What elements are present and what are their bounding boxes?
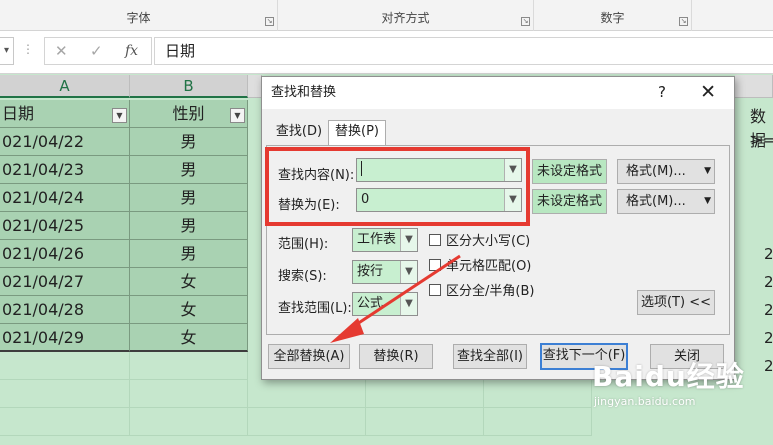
grid-cell[interactable] — [366, 408, 484, 436]
chevron-down-icon: ▼ — [704, 196, 711, 206]
replace-format-button[interactable]: 格式(M)... ▼ — [617, 189, 715, 214]
right-value-cell[interactable]: 2 — [764, 273, 773, 291]
watermark-brand: Baidu经验 — [592, 360, 745, 393]
checkbox-icon[interactable] — [429, 234, 441, 246]
find-format-button[interactable]: 格式(M)... ▼ — [617, 159, 715, 184]
column-header-b[interactable]: B — [130, 75, 248, 98]
cancel-icon[interactable]: ✕ — [55, 42, 68, 60]
tab-replace[interactable]: 替换(P) — [328, 120, 386, 146]
filter-dropdown-icon[interactable]: ▼ — [230, 108, 245, 123]
grid-cell[interactable] — [130, 380, 248, 408]
help-icon[interactable]: ? — [658, 83, 666, 101]
filter-dropdown-icon[interactable]: ▼ — [112, 108, 127, 123]
right-value-cell[interactable]: 2 — [764, 329, 773, 347]
table-cell-date[interactable]: 021/04/23 — [0, 156, 130, 184]
table-cell-date[interactable]: 021/04/25 — [0, 212, 130, 240]
table-cell-date[interactable]: 021/04/22 — [0, 128, 130, 156]
replace-format-preview: 未设定格式 — [532, 189, 607, 214]
table-cell-gender[interactable]: 男 — [130, 184, 248, 212]
table-cell-gender[interactable]: 女 — [130, 324, 248, 352]
grid-cell[interactable] — [130, 352, 248, 380]
ribbon-group-font: 字体 ↘ — [0, 0, 278, 31]
baidu-jingyan-watermark: Baidu经验 jingyan.baidu.com — [592, 355, 745, 408]
dialog-title: 查找和替换 — [271, 85, 337, 100]
table-header-gender-label: 性别 — [172, 104, 205, 123]
table-header-date[interactable]: 日期 ▼ — [0, 100, 130, 128]
right-value-cell[interactable]: 2 — [764, 245, 773, 263]
grid-cell[interactable] — [366, 380, 484, 408]
table-cell-gender[interactable]: 女 — [130, 296, 248, 324]
ribbon-group-alignment-label: 对齐方式 — [381, 11, 430, 25]
chevron-down-icon: ▼ — [704, 166, 711, 176]
right-value-cell[interactable]: 2 — [764, 357, 773, 375]
table-header-date-label: 日期 — [2, 104, 35, 123]
ribbon-group-number: 数字 ↘ — [534, 0, 692, 31]
match-case-checkbox[interactable]: 区分大小写(C) — [429, 230, 530, 249]
watermark-url: jingyan.baidu.com — [594, 395, 696, 408]
grid-cell[interactable] — [248, 380, 366, 408]
tab-find[interactable]: 查找(D) — [272, 121, 326, 145]
right-criteria-cell[interactable]: >=9 — [750, 131, 773, 149]
formula-bar-grip-icon: ⋮ — [22, 42, 34, 56]
table-header-gender[interactable]: 性别 ▼ — [130, 100, 248, 128]
table-cell-date[interactable]: 021/04/26 — [0, 240, 130, 268]
ribbon-group-font-label: 字体 — [126, 11, 151, 25]
replace-format-label: 格式(M)... — [626, 194, 686, 209]
insert-function-icon[interactable]: fx — [125, 43, 138, 59]
grid-cell[interactable] — [0, 380, 130, 408]
table-cell-gender[interactable]: 女 — [130, 268, 248, 296]
right-value-cell[interactable]: 2 — [764, 301, 773, 319]
close-icon[interactable]: ✕ — [700, 81, 716, 103]
grid-cell[interactable] — [130, 408, 248, 436]
column-header-c[interactable] — [248, 75, 262, 98]
table-cell-gender[interactable]: 男 — [130, 156, 248, 184]
enter-icon[interactable]: ✓ — [90, 42, 103, 60]
match-case-label: 区分大小写(C) — [446, 234, 531, 249]
column-header-a[interactable]: A — [0, 75, 130, 98]
column-header-right[interactable] — [735, 75, 773, 98]
formula-bar-buttons: ✕ ✓ fx — [44, 37, 152, 65]
grid-cell[interactable] — [484, 408, 592, 436]
annotation-arrow-icon — [330, 254, 461, 343]
name-box-dropdown-icon[interactable]: ▾ — [0, 37, 14, 65]
table-cell-date[interactable]: 021/04/24 — [0, 184, 130, 212]
table-cell-date[interactable]: 021/04/29 — [0, 324, 130, 352]
grid-cell[interactable] — [484, 380, 592, 408]
annotation-highlight-box — [265, 147, 530, 226]
find-format-preview: 未设定格式 — [532, 159, 607, 184]
table-cell-date[interactable]: 021/04/27 — [0, 268, 130, 296]
scope-value: 工作表 — [357, 232, 397, 247]
ribbon-group-number-label: 数字 — [600, 11, 625, 25]
grid-cell[interactable] — [248, 408, 366, 436]
table-cell-date[interactable]: 021/04/28 — [0, 296, 130, 324]
alignment-dialog-launcher-icon[interactable]: ↘ — [521, 17, 530, 26]
ribbon-group-alignment: 对齐方式 ↘ — [278, 0, 534, 31]
grid-cell[interactable] — [0, 352, 130, 380]
grid-cell[interactable] — [0, 408, 130, 436]
number-dialog-launcher-icon[interactable]: ↘ — [679, 17, 688, 26]
table-cell-gender[interactable]: 男 — [130, 128, 248, 156]
find-format-label: 格式(M)... — [626, 164, 686, 179]
table-cell-gender[interactable]: 男 — [130, 212, 248, 240]
options-button[interactable]: 选项(T) << — [637, 290, 715, 315]
font-dialog-launcher-icon[interactable]: ↘ — [265, 17, 274, 26]
formula-input[interactable]: 日期 — [154, 37, 773, 65]
table-cell-gender[interactable]: 男 — [130, 240, 248, 268]
formula-bar: ▾ ⋮ ✕ ✓ fx 日期 — [0, 31, 773, 74]
ribbon-group-strip: 字体 ↘ 对齐方式 ↘ 数字 ↘ — [0, 0, 773, 31]
